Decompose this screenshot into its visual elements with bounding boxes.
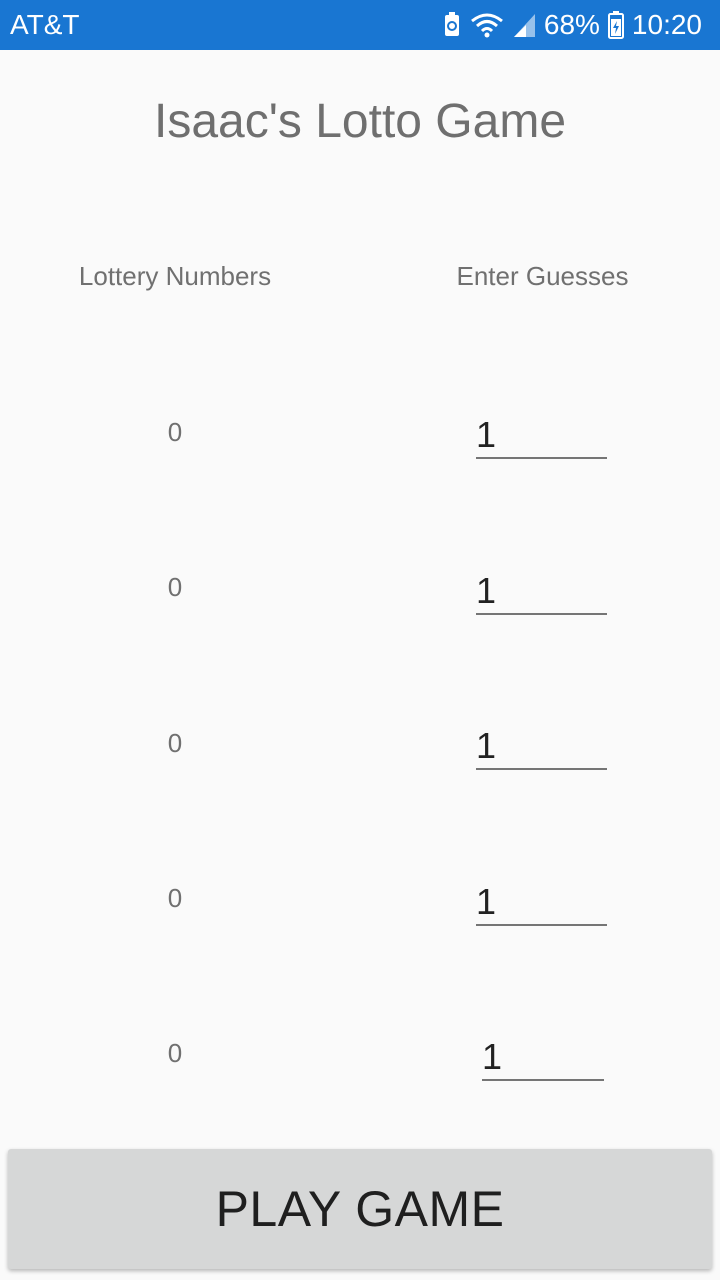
- lottery-number-2: 0: [167, 572, 183, 602]
- battery-icon: [607, 11, 624, 39]
- play-game-button[interactable]: PLAY GAME: [8, 1149, 712, 1269]
- carrier-name: AT&T: [10, 9, 80, 40]
- battery-percent: 68%: [543, 9, 600, 40]
- lottery-numbers-header: Lottery Numbers: [78, 261, 272, 291]
- guess-input-4[interactable]: 1: [476, 880, 607, 926]
- enter-guesses-header: Enter Guesses: [456, 261, 629, 291]
- wifi-icon: [470, 11, 504, 39]
- clock: 10:20: [631, 9, 702, 40]
- lottery-number-5: 0: [167, 1038, 183, 1068]
- cell-signal-icon: [512, 12, 536, 38]
- lottery-number-3: 0: [167, 728, 183, 758]
- battery-saver-icon: [442, 12, 462, 38]
- guess-value-5: 1: [482, 1036, 503, 1077]
- status-icons: 68% 10:20: [442, 7, 702, 43]
- guess-value-4: 1: [476, 881, 497, 922]
- guess-value-3: 1: [476, 725, 497, 766]
- guess-value-1: 1: [476, 414, 497, 455]
- guess-input-2[interactable]: 1: [476, 569, 607, 615]
- guess-value-2: 1: [476, 570, 497, 611]
- lottery-number-4: 0: [167, 883, 183, 913]
- status-bar: AT&T 68% 10:20: [0, 0, 720, 50]
- guess-input-3[interactable]: 1: [476, 724, 607, 770]
- guess-input-5[interactable]: 1: [482, 1035, 604, 1081]
- page-title: Isaac's Lotto Game: [153, 95, 567, 148]
- lottery-number-1: 0: [167, 417, 183, 447]
- guess-input-1[interactable]: 1: [476, 413, 607, 459]
